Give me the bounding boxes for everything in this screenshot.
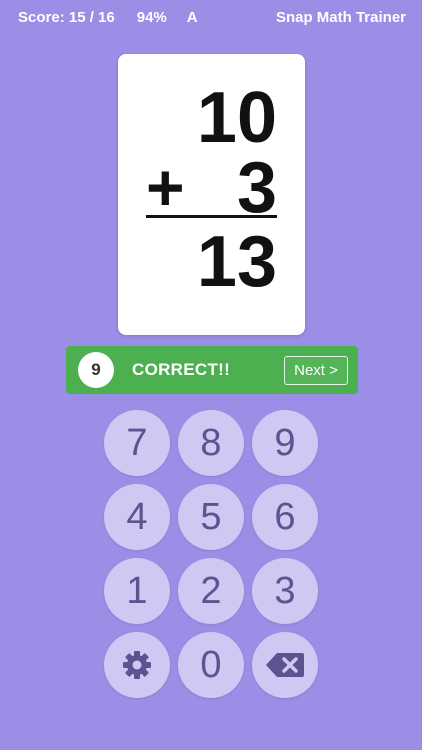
operator-sign: + bbox=[146, 150, 185, 224]
feedback-bar: 9 CORRECT!! Next > bbox=[66, 346, 358, 394]
key-0[interactable]: 0 bbox=[178, 632, 244, 698]
score-text: Score: 15 / 16 bbox=[18, 8, 115, 26]
key-2[interactable]: 2 bbox=[178, 558, 244, 624]
answer-text: 13 bbox=[196, 222, 277, 302]
streak-badge: 9 bbox=[78, 352, 114, 388]
next-button[interactable]: Next > bbox=[284, 355, 348, 385]
backspace-key[interactable] bbox=[252, 632, 318, 698]
sum-line bbox=[146, 215, 277, 218]
key-7[interactable]: 7 bbox=[104, 410, 170, 476]
percent-text: 94% bbox=[136, 8, 167, 26]
key-3[interactable]: 3 bbox=[252, 558, 318, 624]
key-5[interactable]: 5 bbox=[178, 484, 244, 550]
settings-key[interactable] bbox=[104, 632, 170, 698]
gear-icon bbox=[123, 651, 151, 679]
key-8[interactable]: 8 bbox=[178, 410, 244, 476]
key-1[interactable]: 1 bbox=[104, 558, 170, 624]
key-6[interactable]: 6 bbox=[252, 484, 318, 550]
operand-top: 10 bbox=[196, 78, 277, 158]
key-9[interactable]: 9 bbox=[252, 410, 318, 476]
app-screen: Score: 15 / 16 94% A Snap Math Trainer 1… bbox=[0, 0, 422, 750]
key-4[interactable]: 4 bbox=[104, 484, 170, 550]
flashcard: 10 + 3 13 bbox=[118, 54, 305, 335]
operand-bottom: 3 bbox=[236, 148, 277, 228]
header-bar: Score: 15 / 16 94% A Snap Math Trainer bbox=[18, 6, 406, 28]
app-title: Snap Math Trainer bbox=[275, 8, 406, 26]
feedback-message: CORRECT!! bbox=[132, 360, 231, 379]
grade-text: A bbox=[186, 8, 198, 26]
backspace-icon bbox=[266, 653, 304, 677]
